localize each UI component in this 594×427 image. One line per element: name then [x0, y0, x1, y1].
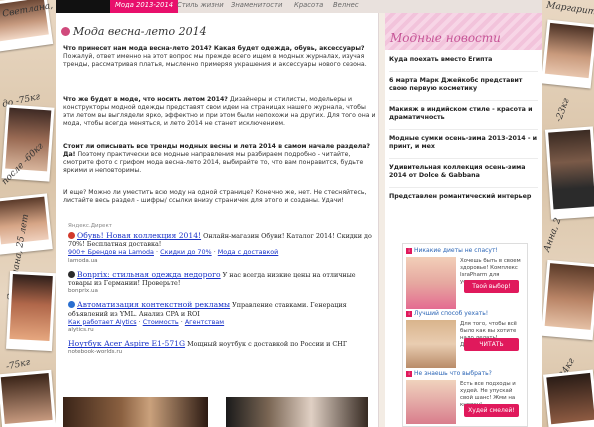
- ad-sublink[interactable]: 900+ Брендов на Lamoda: [68, 248, 154, 256]
- after-photo-r1: [544, 126, 594, 220]
- left-photo-strip[interactable]: Светлана, 37 до -75кг после -60кг Светла…: [0, 0, 56, 427]
- strip-caption: -75кг: [5, 357, 32, 373]
- news-item[interactable]: Модные сумки осень-зима 2013-2014 - и пр…: [389, 135, 538, 159]
- ad-links: 900+ Брендов на Lamoda · Скидки до 70% ·…: [68, 248, 279, 257]
- page-title: Мода весна-лето 2014: [61, 25, 207, 38]
- ad-title-link[interactable]: Обувь! Новая коллекция 2014!: [77, 231, 201, 240]
- main-content: Мода весна-лето 2014 Что принесет нам мо…: [56, 13, 379, 427]
- ad-host: bonprix.ua: [68, 288, 98, 295]
- widget-image[interactable]: [406, 320, 456, 368]
- info-icon: i: [406, 248, 412, 254]
- news-item[interactable]: Удивительная коллекция осень-зима 2014 о…: [389, 164, 538, 188]
- ad-host: alytics.ru: [68, 327, 94, 334]
- chart-icon: [68, 301, 75, 309]
- strip-caption: Анна, 2: [542, 216, 564, 254]
- widget-button[interactable]: ЧИТАТЬ: [464, 338, 519, 351]
- widget-title-text: Не знаешь что выбрать?: [414, 370, 492, 377]
- article-thumbnail[interactable]: [226, 397, 368, 427]
- ad-title-link[interactable]: Ноутбук Acer Aspire E1-571G: [68, 339, 185, 348]
- article-paragraph: Стоит ли описывать все тренды модных вес…: [63, 143, 376, 175]
- news-item[interactable]: Представлен романтический интерьер: [389, 193, 538, 208]
- nav-item-beauty[interactable]: Красота: [294, 1, 323, 9]
- paragraph-text: Пожалуй, ответ именно на этот вопрос мы …: [63, 53, 367, 69]
- ad-item: Обувь! Новая коллекция 2014! Онлайн-мага…: [68, 231, 374, 265]
- ad-block: Яндекс.Директ Обувь! Новая коллекция 201…: [68, 223, 374, 363]
- news-list: Куда поехать вместо Египта 6 марта Марк …: [385, 50, 542, 208]
- widget-title-text: Никакие диеты не спасут!: [414, 247, 498, 254]
- right-photo-strip[interactable]: Маргарит -23кг Анна, 2 -24кг: [542, 0, 594, 427]
- paragraph-text: Поэтому практически все модные направлен…: [63, 151, 364, 175]
- ad-item: Bonprix: стильная одежда недорого У нас …: [68, 270, 374, 296]
- widget-title[interactable]: i Не знаешь что выбрать?: [406, 370, 492, 377]
- ad-sublink[interactable]: Агентствам: [185, 318, 224, 326]
- ad-sublink[interactable]: Скидки до 70%: [160, 248, 212, 256]
- article-paragraph: Что принесет нам мода весна-лето 2014? К…: [63, 45, 376, 69]
- ad-widget: i Никакие диеты не спасут! Хочешь быть в …: [402, 243, 528, 427]
- info-icon: i: [406, 371, 412, 377]
- top-navigation: Мода 2013-2014 Стиль жизни Знаменитости …: [56, 0, 542, 13]
- after-photo-3: [0, 369, 56, 427]
- news-item[interactable]: 6 марта Марк Джейкобс представит свою пе…: [389, 77, 538, 101]
- brand-icon: [68, 270, 75, 278]
- ad-sublink[interactable]: Как работает Alytics: [68, 318, 137, 326]
- nav-item-lifestyle[interactable]: Стиль жизни: [177, 1, 224, 9]
- widget-button[interactable]: Худей смелей!: [464, 404, 519, 417]
- ad-item: Автоматизация контекстной рекламы Управл…: [68, 301, 374, 334]
- before-photo-3: [5, 270, 56, 352]
- ad-title-link[interactable]: Bonprix: стильная одежда недорого: [77, 270, 221, 279]
- sidebar-title: Модные новости: [390, 31, 501, 45]
- site-logo-block[interactable]: [56, 0, 110, 13]
- flower-icon: [61, 27, 70, 36]
- nav-item-fashion[interactable]: Мода 2013-2014: [110, 0, 179, 13]
- paragraph-lead: Что принесет нам мода весна-лето 2014? К…: [63, 45, 365, 52]
- after-photo-r2: [543, 369, 594, 427]
- strip-caption: -23кг: [554, 97, 572, 124]
- ad-sublink[interactable]: Мода с доставкой: [218, 248, 279, 256]
- widget-title[interactable]: i Никакие диеты не спасут!: [406, 247, 498, 254]
- ad-sublink[interactable]: Стоимость: [143, 318, 179, 326]
- ad-host: notebook-worlds.ru: [68, 349, 123, 356]
- sidebar-header: Модные новости: [385, 13, 542, 50]
- ad-title-link[interactable]: Автоматизация контекстной рекламы: [77, 300, 230, 309]
- ad-links: Как работает Alytics · Стоимость · Агент…: [68, 317, 225, 326]
- ads-label[interactable]: Яндекс.Директ: [68, 223, 374, 229]
- ad-text: Мощный ноутбук с доставкой по России и С…: [185, 340, 348, 349]
- paragraph-text: И еще? Можно ли уместить всю моду на одн…: [63, 189, 367, 205]
- strip-caption: Маргарит: [545, 0, 594, 18]
- page-title-text: Мода весна-лето 2014: [73, 25, 207, 38]
- widget-button[interactable]: Твой выбор!: [464, 280, 519, 293]
- article-thumbnail[interactable]: [63, 397, 208, 427]
- widget-image[interactable]: [406, 257, 456, 309]
- paragraph-lead: Что же будет в моде, что носить летом 20…: [63, 96, 228, 103]
- widget-image[interactable]: [406, 380, 456, 424]
- nav-item-celebrities[interactable]: Знаменитости: [231, 1, 282, 9]
- nav-item-wellness[interactable]: Велнес: [333, 1, 359, 9]
- widget-title[interactable]: i Лучший способ уехать!: [406, 310, 488, 317]
- info-icon: i: [406, 311, 412, 317]
- before-photo-r1: [542, 19, 594, 89]
- ad-item: Ноутбук Acer Aspire E1-571G Мощный ноутб…: [68, 340, 374, 356]
- article-paragraph: И еще? Можно ли уместить всю моду на одн…: [63, 189, 376, 205]
- widget-title-text: Лучший способ уехать!: [414, 310, 489, 317]
- article-paragraph: Что же будет в моде, что носить летом 20…: [63, 96, 376, 128]
- before-photo-r2: [542, 259, 594, 341]
- news-item[interactable]: Куда поехать вместо Египта: [389, 56, 538, 72]
- ad-host: lamoda.ua: [68, 257, 98, 264]
- news-item[interactable]: Макияж в индийском стиле - красота и дра…: [389, 106, 538, 130]
- shoe-icon: [68, 232, 75, 239]
